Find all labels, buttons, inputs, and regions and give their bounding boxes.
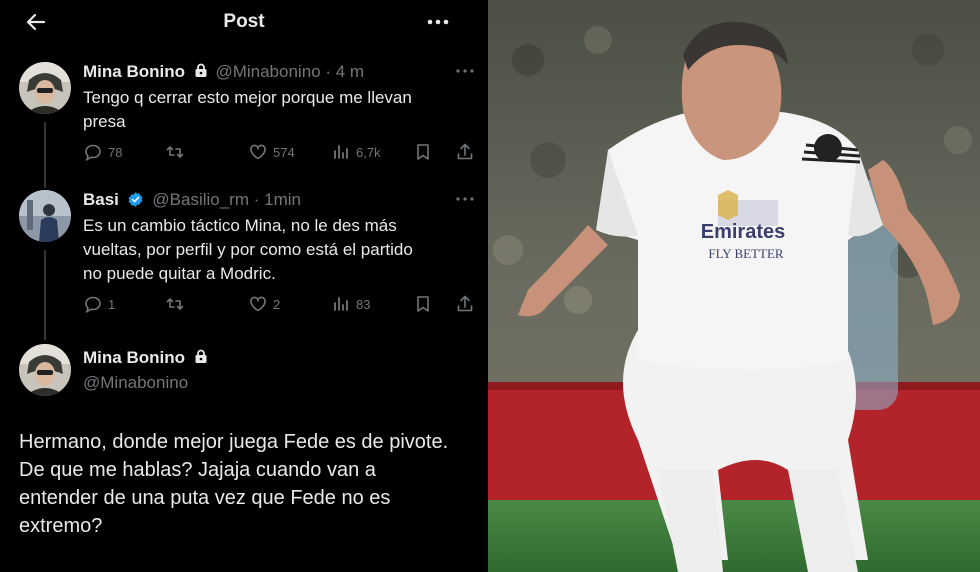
timestamp[interactable]: · 4 m (325, 62, 364, 81)
tweet-text-line: vueltas, por perfil y por como está el p… (83, 240, 413, 259)
avatar-photo (19, 344, 71, 396)
view-count: 6,7k (356, 144, 381, 160)
share-icon (457, 143, 473, 160)
tweet-header: Basi @Basilio_rm · 1min (83, 190, 301, 210)
reply-icon (85, 144, 101, 162)
heart-icon (250, 296, 266, 312)
avatar[interactable] (19, 62, 71, 114)
sponsor-text: Emirates (701, 221, 786, 243)
more-horizontal-icon[interactable] (426, 12, 450, 32)
tweet-text: Tengo q cerrar esto mejor porque me llev… (83, 86, 463, 134)
tweet[interactable]: Basi @Basilio_rm · 1min Es un cambio tác… (0, 184, 488, 324)
more-horizontal-icon[interactable] (455, 68, 475, 74)
like-count: 574 (273, 144, 295, 160)
tweet-header: Mina Bonino @Minabonino · 4 m (83, 62, 364, 82)
tweet-actions: 1 2 83 (83, 294, 475, 314)
retweet-button[interactable] (165, 142, 190, 162)
share-button[interactable] (455, 294, 475, 314)
tweet-text-line: presa (83, 112, 126, 131)
focused-tweet-text: Hermano, donde mejor juega Fede es de pi… (19, 428, 474, 540)
display-name[interactable]: Mina Bonino (83, 348, 185, 367)
sponsor-tagline: FLY BETTER (708, 246, 783, 261)
retweet-icon (166, 298, 184, 310)
retweet-button[interactable] (165, 294, 190, 314)
share-icon (457, 295, 473, 312)
handle-row: @Minabonino (83, 373, 188, 393)
reply-button[interactable]: 78 (83, 142, 122, 162)
reply-count: 78 (108, 144, 123, 160)
share-button[interactable] (455, 142, 475, 162)
top-bar: Post (0, 0, 488, 44)
like-count: 2 (273, 296, 281, 312)
tweet-text-line: Tengo q cerrar esto mejor porque me llev… (83, 88, 412, 107)
avatar[interactable] (19, 344, 71, 396)
views-button[interactable]: 83 (331, 294, 370, 314)
pitch (488, 500, 980, 572)
reply-count: 1 (108, 296, 116, 312)
views-button[interactable]: 6,7k (331, 142, 381, 162)
tweet-text-line: Es un cambio táctico Mina, no le des más (83, 216, 397, 235)
bookmark-button[interactable] (413, 294, 433, 314)
heart-icon (250, 144, 266, 160)
like-button[interactable]: 574 (248, 142, 295, 162)
lock-icon (195, 63, 207, 77)
tweet-text-line: no puede quitar a Modric. (83, 264, 276, 283)
reply-button[interactable]: 1 (83, 294, 115, 314)
tweet[interactable]: Mina Bonino @Minabonino · 4 m Tengo q ce… (0, 56, 488, 166)
tweet-text-line: Hermano, donde mejor juega Fede es de pi… (19, 431, 449, 453)
avatar[interactable] (19, 190, 71, 242)
football-player-photo: Emirates FLY BETTER (488, 0, 980, 572)
avatar-photo (19, 62, 71, 114)
bookmark-icon (417, 144, 429, 160)
retweet-icon (166, 146, 184, 158)
handle[interactable]: @Minabonino (83, 373, 188, 392)
handle[interactable]: @Basilio_rm (152, 190, 249, 209)
reply-icon (85, 296, 101, 314)
handle[interactable]: @Minabonino (215, 62, 320, 81)
tweet-text-line: De que me hablas? Jajaja cuando van a (19, 459, 376, 481)
post-panel: Post Mina Bonino @Minabonino · 4 m Tengo… (0, 0, 488, 572)
views-icon (334, 145, 348, 159)
tweet-text-line: extremo? (19, 515, 103, 537)
lock-icon (195, 349, 207, 363)
page-title: Post (223, 11, 265, 32)
player-illustration: Emirates FLY BETTER (488, 0, 980, 572)
timestamp[interactable]: · 1min (254, 190, 301, 209)
avatar-photo (19, 190, 71, 242)
tweet-text-line: entender de una puta vez que Fede no es (19, 487, 391, 509)
bookmark-button[interactable] (413, 142, 433, 162)
display-name[interactable]: Basi (83, 190, 119, 209)
more-horizontal-icon[interactable] (455, 196, 475, 202)
like-button[interactable]: 2 (248, 294, 280, 314)
tweet-text: Es un cambio táctico Mina, no le des más… (83, 214, 463, 286)
bookmark-icon (417, 296, 429, 312)
views-icon (334, 297, 348, 311)
tweet-header: Mina Bonino (83, 348, 208, 368)
display-name[interactable]: Mina Bonino (83, 62, 185, 81)
verified-badge-icon (128, 192, 143, 207)
tweet-actions: 78 574 6,7k (83, 142, 475, 162)
view-count: 83 (356, 296, 371, 312)
